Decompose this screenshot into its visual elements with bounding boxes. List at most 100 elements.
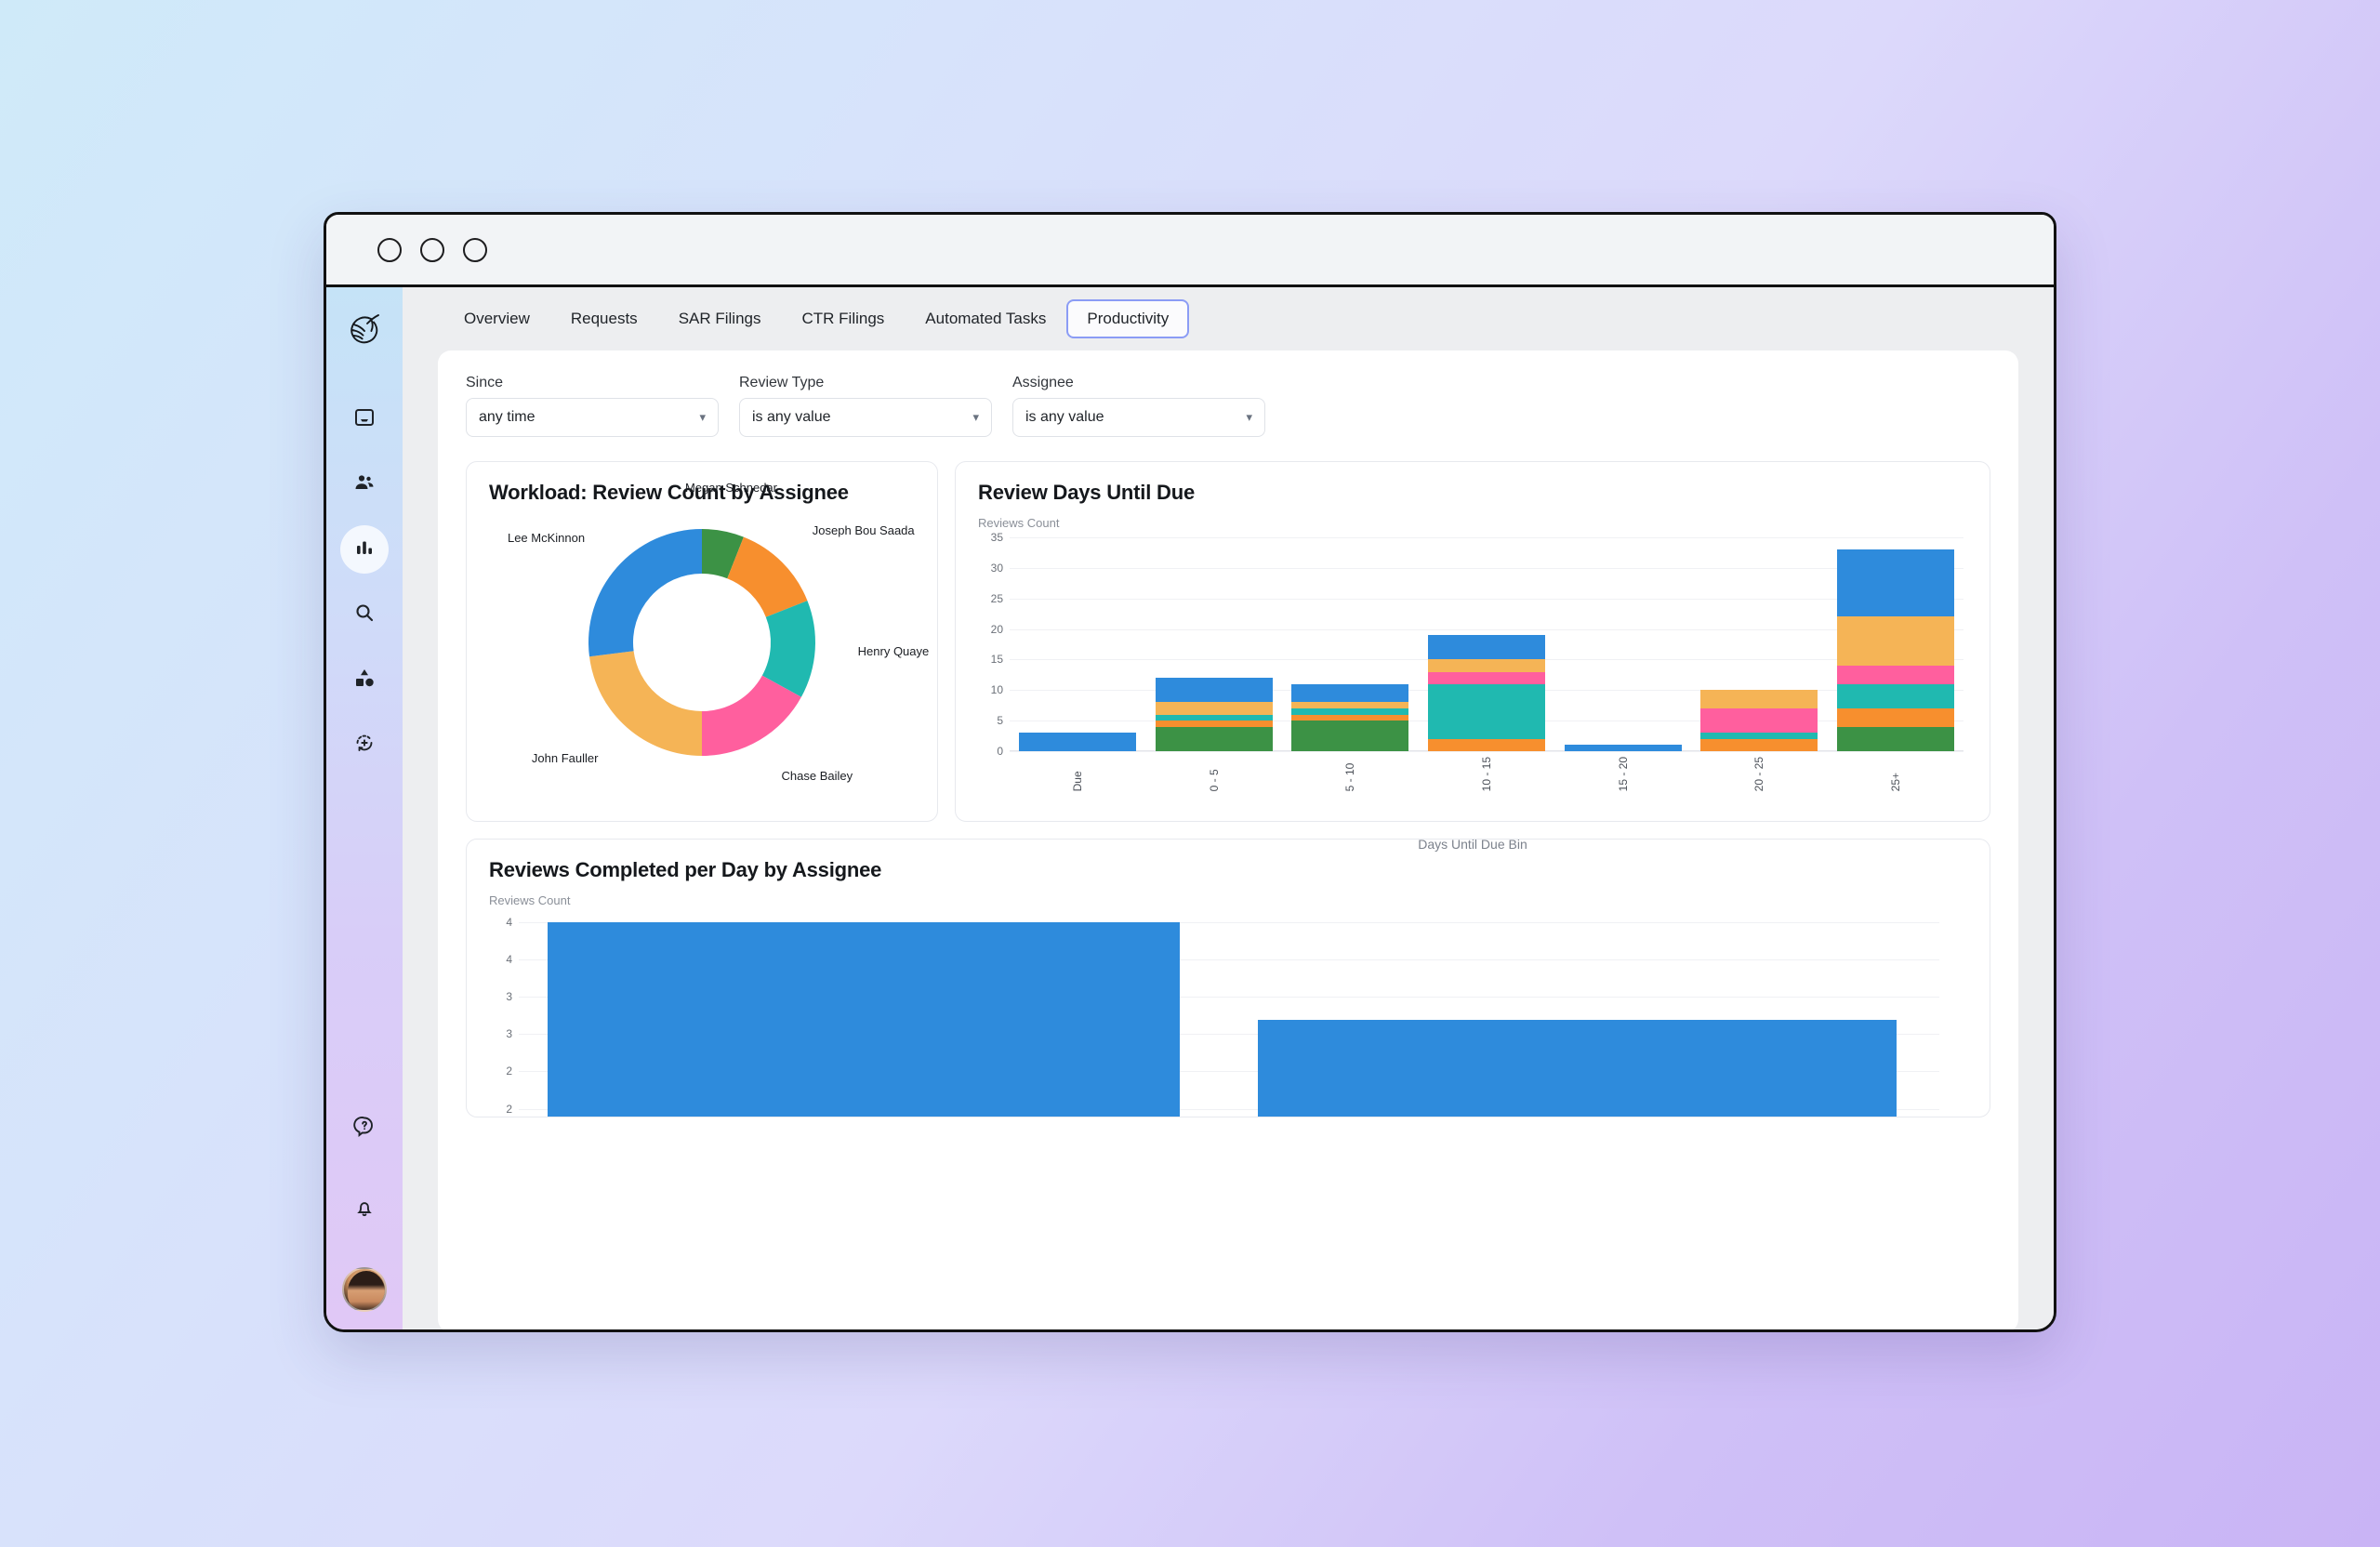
y-axis-tick: 3 [506, 1027, 512, 1041]
bar-column[interactable] [1282, 537, 1419, 751]
bar-segment[interactable] [1700, 708, 1818, 734]
bar-segment[interactable] [1155, 702, 1273, 715]
tab-requests[interactable]: Requests [550, 299, 658, 338]
sync-icon [353, 732, 376, 759]
sidebar-item-people[interactable] [340, 460, 389, 509]
y-axis-tick: 25 [990, 591, 1003, 605]
y-axis-tick: 5 [997, 714, 1003, 728]
y-axis-tick: 30 [990, 561, 1003, 575]
donut-slice[interactable] [588, 651, 702, 756]
bar-stack [1291, 683, 1409, 751]
y-axis-tick: 4 [506, 916, 512, 929]
content-area: Since any time ▾ Review Type is any valu… [403, 350, 2054, 1329]
bar-column[interactable] [1691, 537, 1828, 751]
bar-segment[interactable] [1428, 738, 1546, 751]
review-days-ylabel: Reviews Count [978, 516, 1060, 530]
bar-segment[interactable] [1291, 683, 1409, 703]
tab-automated-tasks[interactable]: Automated Tasks [905, 299, 1066, 338]
workload-donut-card: Workload: Review Count by Assignee Megan… [466, 461, 938, 822]
sidebar-item-help[interactable] [340, 1104, 389, 1152]
reviews-per-day-card: Reviews Completed per Day by Assignee Re… [466, 839, 1990, 1117]
window-close-button[interactable] [463, 237, 487, 262]
bar-segment[interactable] [1836, 708, 1954, 727]
bar-segment[interactable] [1700, 690, 1818, 709]
window-minimize-button[interactable] [377, 237, 402, 262]
bar-segment[interactable] [1291, 721, 1409, 751]
filter-since-value: any time [479, 409, 536, 425]
bar-segment[interactable] [1836, 616, 1954, 667]
sidebar-item-notifications[interactable] [340, 1185, 389, 1234]
bar-segment[interactable] [1836, 726, 1954, 751]
review-days-plot[interactable]: 0 5 10 15 20 25 30 35 [991, 531, 1964, 758]
filter-bar: Since any time ▾ Review Type is any valu… [466, 375, 1990, 437]
filter-review-type-label: Review Type [739, 375, 825, 390]
donut-slice[interactable] [588, 529, 702, 657]
tab-ctr-filings[interactable]: CTR Filings [782, 299, 906, 338]
sidebar-item-inbox[interactable] [340, 395, 389, 443]
bar-segment[interactable] [1836, 666, 1954, 684]
x-axis-tick: 25+ [1888, 773, 1902, 792]
help-icon [353, 1115, 376, 1142]
bar-column[interactable] [1554, 537, 1691, 751]
workload-donut-chart[interactable]: Megan Schnedar Joseph Bou Saada Henry Quay… [489, 481, 929, 812]
filter-review-type-select[interactable]: is any value ▾ [739, 398, 992, 437]
sidebar-bottom-group [326, 1104, 403, 1312]
bell-icon [353, 1197, 376, 1223]
bar[interactable] [1257, 1019, 1897, 1117]
filter-assignee-label: Assignee [1012, 375, 1074, 390]
filter-since-select[interactable]: any time ▾ [466, 398, 719, 437]
bar-segment[interactable] [1155, 678, 1273, 703]
bar-column[interactable] [1010, 537, 1146, 751]
tab-sar-filings[interactable]: SAR Filings [658, 299, 782, 338]
reviews-per-day-plot[interactable]: 4 4 3 3 2 2 [506, 916, 1939, 1117]
bar-segment[interactable] [1428, 659, 1546, 672]
bar-segment[interactable] [1019, 733, 1137, 751]
bar-segment[interactable] [1155, 726, 1273, 751]
sidebar-item-shapes[interactable] [340, 655, 389, 704]
x-axis-tick: 20 - 25 [1752, 757, 1766, 792]
review-days-card: Review Days Until Due Reviews Count 0 5 10… [955, 461, 1990, 852]
bar-segment[interactable] [1700, 738, 1818, 751]
window-maximize-button[interactable] [420, 237, 444, 262]
sidebar-item-search[interactable] [340, 590, 389, 639]
bar-segment[interactable] [1564, 745, 1682, 751]
bar-segment[interactable] [1836, 683, 1954, 709]
y-axis-tick: 20 [990, 622, 1003, 636]
reviews-per-day-ylabel: Reviews Count [489, 893, 571, 907]
donut-slice-label: Joseph Bou Saada [812, 523, 915, 538]
review-days-xlabel: Days Until Due Bin [1418, 837, 1527, 852]
y-axis-tick: 35 [990, 531, 1003, 544]
people-icon [353, 471, 376, 498]
bar-column[interactable] [1146, 537, 1283, 751]
x-axis-tick: Due [1071, 771, 1085, 792]
bar-segment[interactable] [1836, 549, 1954, 617]
bar-column[interactable] [1419, 537, 1555, 751]
bar[interactable] [547, 922, 1180, 1117]
bar-column[interactable] [1827, 537, 1964, 751]
filter-assignee-value: is any value [1025, 409, 1104, 425]
bar-stack [1019, 733, 1137, 751]
bar-stack [1700, 690, 1818, 751]
sidebar-item-analytics[interactable] [340, 525, 389, 574]
bar-segment[interactable] [1428, 683, 1546, 739]
search-icon [353, 602, 376, 628]
gridline [1010, 751, 1964, 752]
y-axis-tick: 2 [506, 1064, 512, 1078]
filter-since-label: Since [466, 375, 504, 390]
window-titlebar [326, 215, 2054, 287]
tab-bar: Overview Requests SAR Filings CTR Filing… [403, 287, 2054, 350]
sidebar-item-sync[interactable] [340, 721, 389, 769]
bar-segment[interactable] [1428, 671, 1546, 684]
bar-segment[interactable] [1428, 635, 1546, 660]
bar-columns [1010, 537, 1964, 751]
avatar[interactable] [342, 1267, 387, 1312]
charts-row: Workload: Review Count by Assignee Megan… [466, 461, 1990, 852]
bar-chart-icon [353, 536, 376, 563]
y-axis-tick: 2 [506, 1102, 512, 1116]
filter-assignee-select[interactable]: is any value ▾ [1012, 398, 1265, 437]
browser-window: Overview Requests SAR Filings CTR Filing… [324, 212, 2056, 1332]
tab-productivity[interactable]: Productivity [1066, 299, 1190, 338]
donut-slice[interactable] [727, 536, 808, 617]
tab-overview[interactable]: Overview [443, 299, 550, 338]
filter-assignee: Assignee is any value ▾ [1012, 375, 1265, 437]
